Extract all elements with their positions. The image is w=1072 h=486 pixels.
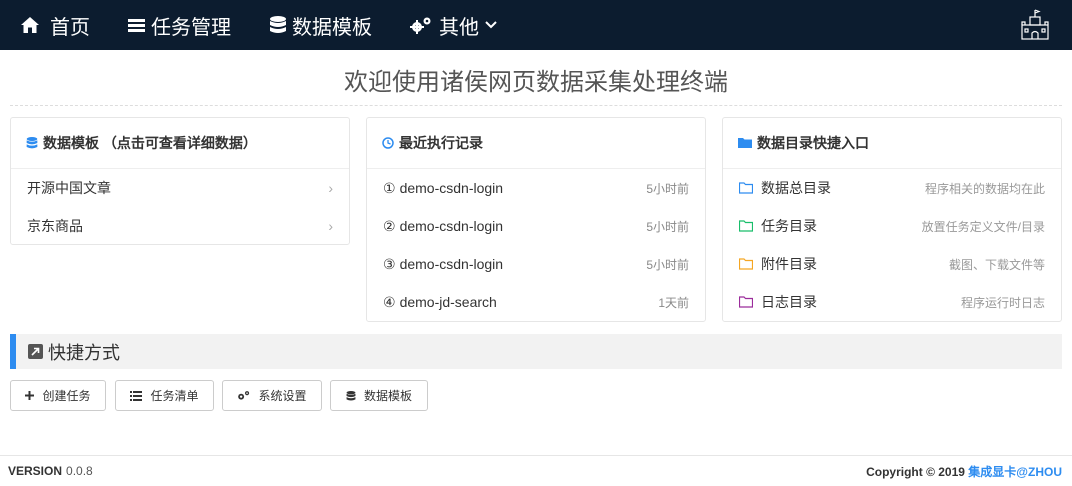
dir-note: 放置任务定义文件/目录 [921, 219, 1045, 234]
chevron-down-icon [485, 21, 497, 29]
nav-tasks[interactable]: 任务管理 [128, 0, 231, 50]
nav-tasks-label: 任务管理 [151, 16, 231, 39]
record-item[interactable]: ③ demo-csdn-login 5小时前 [367, 245, 705, 283]
dir-item-attachments[interactable]: 附件目录 截图、下载文件等 [723, 245, 1061, 283]
copyright: Copyright © 2019 集成显卡@ZHOU [866, 463, 1062, 480]
dir-note: 截图、下载文件等 [948, 257, 1045, 272]
dir-label: 数据总目录 [761, 180, 831, 196]
page-title: 欢迎使用诸侯网页数据采集处理终端 [344, 68, 728, 96]
database-icon [26, 137, 38, 149]
external-link-icon [28, 344, 43, 359]
database-icon [346, 390, 356, 400]
record-item[interactable]: ① demo-csdn-login 5小时前 [367, 169, 705, 207]
version-label: VERSION [8, 464, 63, 478]
record-name: demo-csdn-login [399, 218, 504, 234]
data-dirs-header: 数据目录快捷入口 [723, 118, 1061, 169]
dir-label: 任务目录 [761, 218, 817, 234]
dir-note: 程序运行时日志 [960, 295, 1045, 310]
dir-note: 程序相关的数据均在此 [924, 181, 1045, 196]
recent-records-header: 最近执行记录 [367, 118, 705, 169]
folder-open-icon [739, 220, 753, 232]
data-templates-title: 数据模板 （点击可查看详细数据） [43, 135, 257, 151]
author-link[interactable]: 集成显卡@ZHOU [968, 465, 1062, 479]
dir-label: 日志目录 [761, 294, 817, 310]
record-time: 5小时前 [646, 181, 689, 196]
copyright-text: Copyright © 2019 [866, 464, 965, 479]
data-dirs-panel: 数据目录快捷入口 数据总目录 程序相关的数据均在此 任务目录 放置任务定义文件/… [722, 117, 1062, 322]
nav-templates[interactable]: 数据模板 [269, 0, 372, 50]
create-task-label: 创建任务 [42, 389, 91, 403]
home-icon [21, 17, 39, 33]
data-templates-button-label: 数据模板 [363, 389, 412, 403]
template-item[interactable]: 京东商品 › [11, 207, 349, 245]
system-settings-button[interactable]: 系统设置 [222, 380, 322, 411]
shortcuts-title: 快捷方式 [48, 342, 120, 363]
template-item[interactable]: 开源中国文章 › [11, 169, 349, 207]
record-name: demo-csdn-login [399, 180, 504, 196]
folder-open-icon [739, 296, 753, 308]
record-index: ④ [383, 293, 396, 310]
version-number: 0.0.8 [66, 464, 93, 478]
folder-icon [738, 138, 752, 148]
list-icon [130, 390, 143, 401]
system-settings-label: 系统设置 [258, 389, 307, 403]
record-name: demo-jd-search [399, 294, 497, 310]
chevron-right-icon: › [328, 180, 333, 196]
template-item-label: 开源中国文章 [27, 180, 111, 196]
folder-open-icon [739, 258, 753, 270]
data-templates-header: 数据模板 （点击可查看详细数据） [11, 118, 349, 169]
dir-item-logs[interactable]: 日志目录 程序运行时日志 [723, 283, 1061, 321]
bars-icon [128, 18, 145, 32]
record-index: ① [383, 179, 396, 196]
record-time: 5小时前 [646, 257, 689, 272]
template-item-label: 京东商品 [27, 218, 83, 234]
task-list-label: 任务清单 [150, 389, 199, 403]
dir-item-tasks[interactable]: 任务目录 放置任务定义文件/目录 [723, 207, 1061, 245]
dir-item-data[interactable]: 数据总目录 程序相关的数据均在此 [723, 169, 1061, 207]
top-navbar: 首页 任务管理 数据模板 其他 [0, 0, 1072, 50]
cogs-icon [410, 17, 431, 34]
record-time: 1天前 [658, 295, 689, 310]
footer: VERSION 0.0.8 Copyright © 2019 集成显卡@ZHOU [0, 455, 1072, 486]
chevron-right-icon: › [328, 218, 333, 234]
nav-home-label: 首页 [50, 16, 90, 39]
task-list-button[interactable]: 任务清单 [115, 380, 214, 411]
shortcuts-header: 快捷方式 [10, 334, 1062, 369]
recent-records-panel: 最近执行记录 ① demo-csdn-login 5小时前 ② demo-csd… [366, 117, 706, 322]
dir-label: 附件目录 [761, 256, 817, 272]
data-templates-button[interactable]: 数据模板 [330, 380, 428, 411]
database-icon [270, 16, 286, 33]
data-templates-panel: 数据模板 （点击可查看详细数据） 开源中国文章 › 京东商品 › [10, 117, 350, 245]
castle-logo-icon [1021, 9, 1049, 40]
data-dirs-title: 数据目录快捷入口 [757, 135, 869, 151]
nav-templates-label: 数据模板 [292, 16, 372, 39]
nav-other-label: 其他 [439, 16, 479, 39]
record-item[interactable]: ④ demo-jd-search 1天前 [367, 283, 705, 321]
nav-other-dropdown[interactable]: 其他 [410, 0, 497, 50]
clock-icon [382, 137, 394, 149]
plus-icon [25, 391, 35, 400]
create-task-button[interactable]: 创建任务 [10, 380, 106, 411]
folder-open-icon [739, 182, 753, 194]
record-time: 5小时前 [646, 219, 689, 234]
title-divider [10, 105, 1062, 106]
record-name: demo-csdn-login [399, 256, 504, 272]
nav-home[interactable]: 首页 [20, 0, 90, 50]
recent-records-title: 最近执行记录 [399, 135, 483, 151]
cogs-icon [238, 391, 250, 400]
record-item[interactable]: ② demo-csdn-login 5小时前 [367, 207, 705, 245]
record-index: ② [383, 217, 396, 234]
record-index: ③ [383, 255, 396, 272]
